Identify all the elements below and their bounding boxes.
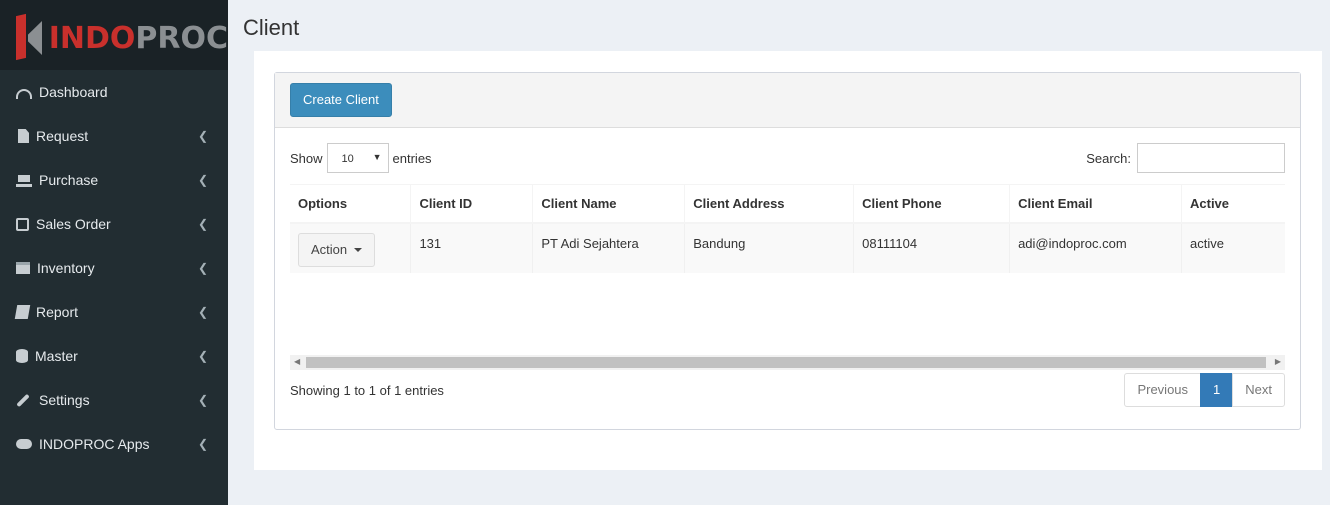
sidebar-item-label: Report xyxy=(36,304,79,320)
col-client-phone[interactable]: Client Phone xyxy=(853,184,1011,224)
edit-icon xyxy=(16,217,29,231)
col-client-id[interactable]: Client ID xyxy=(410,184,534,224)
caret-down-icon xyxy=(353,248,362,253)
cell-client-id: 131 xyxy=(410,222,534,273)
client-box: Create Client Show 10 ▼ entries Search: xyxy=(274,72,1301,430)
chevron-left-icon: ❮ xyxy=(197,173,208,187)
client-table: Options Client ID Client Name Client Add… xyxy=(290,184,1285,273)
sidebar: INDOPROC Dashboard Request ❮ Purchase ❮ … xyxy=(0,0,228,505)
wrench-icon xyxy=(16,393,30,407)
page-title: Client xyxy=(243,15,300,40)
chevron-left-icon: ❮ xyxy=(197,437,208,451)
chevron-left-icon: ❮ xyxy=(197,305,208,319)
entries-select[interactable]: 10 ▼ xyxy=(326,143,389,173)
sidebar-item-purchase[interactable]: Purchase ❮ xyxy=(0,158,228,202)
sidebar-item-indoproc-apps[interactable]: INDOPROC Apps ❮ xyxy=(0,422,228,466)
col-options[interactable]: Options xyxy=(290,184,412,224)
chevron-left-icon: ❮ xyxy=(197,217,208,231)
logo[interactable]: INDOPROC xyxy=(0,0,228,70)
content-panel: Create Client Show 10 ▼ entries Search: xyxy=(254,51,1322,470)
search-label: Search: xyxy=(1086,150,1131,166)
scroll-left-icon[interactable]: ◀ xyxy=(294,357,300,366)
col-active[interactable]: Active xyxy=(1181,184,1285,224)
sidebar-item-dashboard[interactable]: Dashboard xyxy=(0,70,228,114)
sidebar-item-label: Purchase xyxy=(39,172,99,188)
create-client-button[interactable]: Create Client xyxy=(290,83,392,117)
previous-button[interactable]: Previous xyxy=(1124,373,1202,407)
table-search: Search: xyxy=(1086,143,1285,173)
table-scroll-area: Options Client ID Client Name Client Add… xyxy=(290,184,1285,356)
pagination: Previous 1 Next xyxy=(1124,373,1285,407)
main-content: Client Create Client Show 10 ▼ entries S… xyxy=(228,0,1330,505)
sidebar-item-settings[interactable]: Settings ❮ xyxy=(0,378,228,422)
scroll-right-icon[interactable]: ▶ xyxy=(1275,357,1281,366)
cell-client-name: PT Adi Sejahtera xyxy=(532,222,686,273)
cell-active: active xyxy=(1181,222,1285,273)
scrollbar-thumb[interactable] xyxy=(306,357,1266,368)
logo-mark-icon xyxy=(14,11,47,61)
chevron-left-icon: ❮ xyxy=(197,349,208,363)
col-client-email[interactable]: Client Email xyxy=(1009,184,1182,224)
cloud-icon xyxy=(16,439,32,449)
logo-text: INDOPROC xyxy=(49,24,228,54)
entries-label: entries xyxy=(392,150,432,166)
entries-length-control: Show 10 ▼ entries xyxy=(290,143,432,173)
logo-text-suffix: PROC xyxy=(135,21,228,56)
sidebar-item-label: Sales Order xyxy=(36,216,111,232)
book-icon xyxy=(14,305,31,319)
cell-options: Action xyxy=(290,222,412,273)
cart-icon xyxy=(16,173,32,187)
database-icon xyxy=(16,349,28,363)
sidebar-item-label: INDOPROC Apps xyxy=(39,436,150,452)
sidebar-item-sales-order[interactable]: Sales Order ❮ xyxy=(0,202,228,246)
sidebar-menu: Dashboard Request ❮ Purchase ❮ Sales Ord… xyxy=(0,70,228,466)
sidebar-item-label: Settings xyxy=(39,392,90,408)
sidebar-item-label: Inventory xyxy=(37,260,95,276)
page-1-button[interactable]: 1 xyxy=(1200,373,1234,407)
action-dropdown-button[interactable]: Action xyxy=(298,232,375,267)
sidebar-item-label: Master xyxy=(35,348,78,364)
caret-down-icon: ▼ xyxy=(372,152,382,162)
sidebar-item-report[interactable]: Report ❮ xyxy=(0,290,228,334)
table-info: Showing 1 to 1 of 1 entries xyxy=(290,383,444,398)
sidebar-item-inventory[interactable]: Inventory ❮ xyxy=(0,246,228,290)
horizontal-scrollbar[interactable]: ◀ ▶ xyxy=(290,355,1285,370)
cell-client-email: adi@indoproc.com xyxy=(1009,222,1182,273)
entries-select-value: 10 xyxy=(341,153,354,165)
sidebar-item-request[interactable]: Request ❮ xyxy=(0,114,228,158)
search-input[interactable] xyxy=(1137,143,1285,173)
sidebar-item-master[interactable]: Master ❮ xyxy=(0,334,228,378)
chevron-left-icon: ❮ xyxy=(197,129,208,143)
next-button[interactable]: Next xyxy=(1232,373,1285,407)
table-row: Action 131 PT Adi Sejahtera Bandung 0811… xyxy=(290,222,1285,273)
cell-client-address: Bandung xyxy=(684,222,855,273)
sidebar-item-label: Request xyxy=(36,128,89,144)
col-client-address[interactable]: Client Address xyxy=(684,184,855,224)
table-header-row: Options Client ID Client Name Client Add… xyxy=(290,184,1285,224)
action-label: Action xyxy=(311,241,348,257)
box-header: Create Client xyxy=(275,73,1300,128)
dashboard-icon xyxy=(16,89,32,99)
chevron-left-icon: ❮ xyxy=(197,393,208,407)
sidebar-item-label: Dashboard xyxy=(39,84,108,100)
file-icon xyxy=(18,129,29,143)
chevron-left-icon: ❮ xyxy=(197,261,208,275)
cell-client-phone: 08111104 xyxy=(853,222,1011,273)
archive-icon xyxy=(16,262,30,274)
logo-text-prefix: INDO xyxy=(48,21,136,56)
show-label: Show xyxy=(290,150,323,166)
col-client-name[interactable]: Client Name xyxy=(532,184,686,224)
